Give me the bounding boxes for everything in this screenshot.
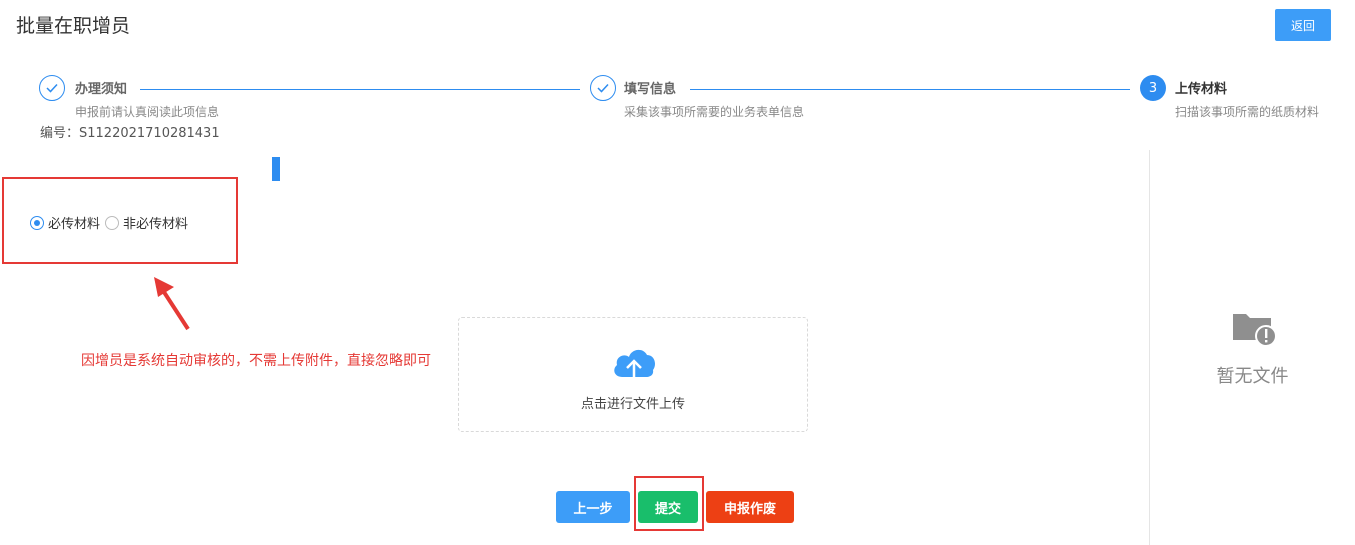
cloud-upload-icon xyxy=(614,349,655,384)
material-filter-group: 必传材料 非必传材料 xyxy=(30,213,193,232)
check-icon xyxy=(46,83,58,93)
radio-optional-materials[interactable]: 非必传材料 xyxy=(105,213,188,232)
step-2-done-icon xyxy=(590,75,616,101)
step-1-title: 办理须知 xyxy=(75,82,128,97)
empty-folder-icon xyxy=(1233,314,1277,347)
void-application-button[interactable]: 申报作废 xyxy=(706,491,794,523)
check-icon xyxy=(597,83,609,93)
annotation-note: 因增员是系统自动审核的，不需上传附件，直接忽略即可 xyxy=(81,353,431,369)
empty-files-text: 暂无文件 xyxy=(1216,366,1289,387)
radio-unchecked-icon xyxy=(105,215,120,230)
page-title: 批量在职增员 xyxy=(16,15,131,37)
radio-required-materials[interactable]: 必传材料 xyxy=(30,213,100,232)
application-serial: 编号：S1122021710281431 xyxy=(40,126,220,141)
radio-label: 必传材料 xyxy=(48,217,101,232)
step-2-title: 填写信息 xyxy=(624,82,677,97)
step-2-connector xyxy=(690,89,1130,90)
step-2-desc: 采集该事项所需要的业务表单信息 xyxy=(624,105,805,119)
section-marker xyxy=(272,157,280,181)
step-3-desc: 扫描该事项所需的纸质材料 xyxy=(1175,105,1320,119)
panel-divider xyxy=(1149,150,1150,545)
step-3-number: 3 xyxy=(1140,75,1166,101)
prev-step-button[interactable]: 上一步 xyxy=(556,491,630,523)
upload-label: 点击进行文件上传 xyxy=(580,397,685,412)
file-upload-area[interactable]: 点击进行文件上传 xyxy=(458,317,808,432)
highlight-box-submit xyxy=(634,476,704,531)
step-3-title: 上传材料 xyxy=(1175,82,1228,97)
step-1-connector xyxy=(140,89,580,90)
step-1-done-icon xyxy=(39,75,65,101)
back-button[interactable]: 返回 xyxy=(1275,9,1331,41)
radio-checked-icon xyxy=(30,215,44,230)
page: 批量在职增员 返回 办理须知 申报前请认真阅读此项信息 填写信息 采集该事项所需… xyxy=(0,0,1355,545)
annotation-arrow-icon xyxy=(154,277,190,331)
step-1-desc: 申报前请认真阅读此项信息 xyxy=(75,105,220,119)
radio-label: 非必传材料 xyxy=(123,217,189,232)
